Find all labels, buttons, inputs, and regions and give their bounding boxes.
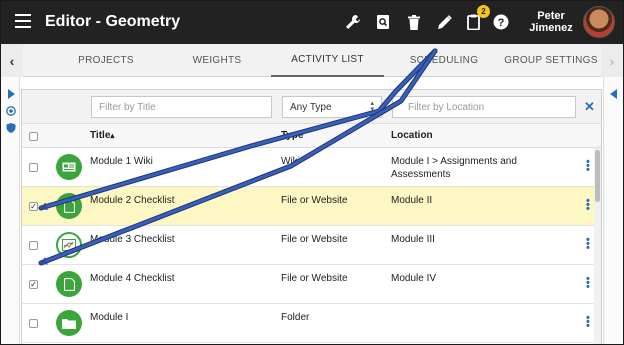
row-more-icon[interactable]: • • • (586, 235, 590, 254)
avatar[interactable] (583, 6, 615, 38)
tab-weights[interactable]: WEIGHTS (167, 44, 267, 77)
tab-scheduling[interactable]: SCHEDULING (394, 44, 494, 77)
row-type: File or Website (281, 273, 348, 284)
app-window: Editor - Geometry 2 ? Peter Jimenez ‹ PR… (0, 0, 624, 345)
row-checkbox[interactable] (29, 319, 38, 328)
pencil-icon[interactable] (434, 11, 456, 33)
row-type: Wiki (281, 156, 300, 167)
notification-badge: 2 (477, 5, 490, 18)
preview-icon[interactable] (372, 11, 394, 33)
table-row[interactable]: Module I Folder • • • (22, 304, 594, 343)
column-header-location[interactable]: Location (391, 130, 433, 141)
row-location: Module III (391, 234, 435, 245)
wiki-icon (56, 154, 82, 180)
row-location: Module IV (391, 273, 437, 284)
help-icon[interactable]: ? (490, 11, 512, 33)
target-icon[interactable] (6, 106, 16, 116)
row-more-icon[interactable]: • • • (586, 274, 590, 293)
table-row[interactable]: ✓ Module 2 Checklist File or Website Mod… (22, 187, 594, 226)
type-filter-select[interactable]: Any Type ▴ ▾ (282, 96, 382, 118)
shield-icon[interactable] (6, 123, 16, 133)
user-name[interactable]: Peter Jimenez (523, 10, 579, 34)
row-title[interactable]: Module 4 Checklist (90, 272, 174, 285)
row-type: Folder (281, 312, 310, 323)
activity-table-panel: Filter by Title Any Type ▴ ▾ Filter by Lo… (21, 89, 602, 344)
menu-icon[interactable] (15, 14, 31, 28)
wrench-icon[interactable] (342, 11, 364, 33)
row-location: Module I > Assignments and Assessments (391, 156, 517, 180)
column-header-title[interactable]: Title▴ (90, 130, 114, 141)
row-checkbox[interactable]: ✓ (29, 280, 38, 289)
document-icon (56, 193, 82, 219)
tab-group-settings[interactable]: GROUP SETTINGS (501, 44, 601, 77)
row-title[interactable]: Module 2 Checklist (90, 194, 174, 207)
table-row[interactable]: ✓ Module 4 Checklist File or Website Mod… (22, 265, 594, 304)
row-title[interactable]: Module 1 Wiki (90, 155, 153, 168)
column-header-type[interactable]: Type (281, 130, 304, 141)
select-all-checkbox[interactable] (29, 132, 38, 141)
app-title: Editor - Geometry (45, 13, 181, 30)
document-icon (56, 271, 82, 297)
chart-document-icon (56, 232, 82, 258)
expand-left-icon[interactable] (609, 89, 618, 99)
expand-right-icon[interactable] (6, 89, 16, 99)
table-row[interactable]: Module 1 Wiki Wiki Module I > Assignment… (22, 148, 594, 187)
row-checkbox[interactable]: ✓ (29, 202, 38, 211)
filter-bar: Filter by Title Any Type ▴ ▾ Filter by Lo… (22, 90, 601, 124)
row-more-icon[interactable]: • • • (586, 313, 590, 332)
row-title[interactable]: Module 3 Checklist (90, 233, 174, 246)
tab-bar: ‹ PROJECTS WEIGHTS ACTIVITY LIST SCHEDUL… (1, 44, 623, 77)
sort-ascending-icon: ▴ (110, 131, 115, 140)
row-more-icon[interactable]: • • • (586, 196, 590, 215)
row-checkbox[interactable] (29, 241, 38, 250)
tab-activity-list[interactable]: ACTIVITY LIST (271, 44, 384, 77)
svg-text:?: ? (498, 17, 505, 29)
scrollbar-thumb[interactable] (595, 150, 600, 202)
tab-projects[interactable]: PROJECTS (53, 44, 159, 77)
row-more-icon[interactable]: • • • (586, 157, 590, 176)
title-filter-input[interactable]: Filter by Title (91, 96, 272, 118)
table-scrollbar[interactable] (594, 148, 601, 344)
clear-filters-icon[interactable]: ✕ (584, 99, 595, 115)
app-bar: Editor - Geometry 2 ? Peter Jimenez (1, 1, 623, 44)
left-rail (1, 77, 20, 344)
select-arrows-icon: ▴ ▾ (370, 100, 374, 113)
row-checkbox[interactable] (29, 163, 38, 172)
row-title[interactable]: Module I (90, 311, 128, 324)
table-row[interactable]: Module 3 Checklist File or Website Modul… (22, 226, 594, 265)
tabs-scroll-left-icon[interactable]: ‹ (1, 44, 23, 77)
row-type: File or Website (281, 195, 348, 206)
folder-icon (56, 310, 82, 336)
right-rail (603, 77, 623, 344)
tabs-scroll-right-icon[interactable]: › (601, 44, 623, 77)
row-location: Module II (391, 195, 433, 206)
table-header: Title▴ Type Location (22, 124, 601, 148)
trash-icon[interactable] (403, 11, 425, 33)
location-filter-input[interactable]: Filter by Location (392, 96, 576, 118)
row-type: File or Website (281, 234, 348, 245)
